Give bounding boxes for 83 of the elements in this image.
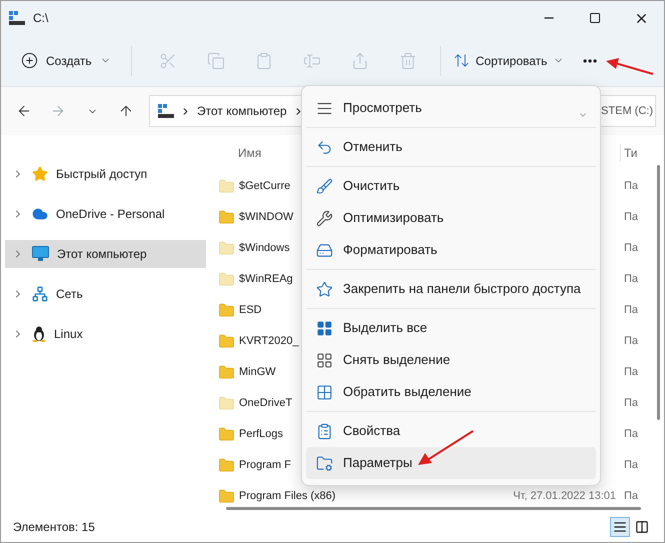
sort-icon <box>452 52 470 69</box>
panel-icon <box>635 520 649 534</box>
folder-gear-icon <box>316 454 333 472</box>
share-icon <box>350 52 369 70</box>
trash-icon <box>398 52 417 70</box>
maximize-icon <box>589 12 601 24</box>
sidebar-item[interactable]: OneDrive - Personal <box>5 200 206 228</box>
scissors-icon <box>158 52 177 70</box>
star-icon <box>32 166 48 182</box>
file-type: Па <box>624 334 640 350</box>
file-name[interactable]: ESD <box>239 302 262 319</box>
back-icon <box>16 103 32 119</box>
file-type: Па <box>624 241 640 256</box>
sidebar-item[interactable]: Этот компьютер <box>5 240 206 268</box>
menu-item[interactable]: Оптимизировать <box>306 202 596 234</box>
sidebar-item[interactable]: Сеть <box>5 280 206 308</box>
sort-button[interactable]: Сортировать <box>448 44 568 78</box>
menu-item[interactable]: Обратить выделение <box>306 376 596 408</box>
column-header[interactable]: Ти <box>620 144 654 162</box>
drive-icon <box>9 11 25 25</box>
sidebar-item[interactable]: Linux <box>5 320 206 348</box>
details-view-button[interactable] <box>610 517 630 537</box>
file-name[interactable]: Program Files (x86) <box>239 488 336 505</box>
forward-icon <box>50 103 66 119</box>
file-name[interactable]: $Windows <box>239 240 290 257</box>
network-icon <box>32 286 48 302</box>
menu-item[interactable]: Параметры <box>306 447 596 479</box>
menu-item[interactable]: Закрепить на панели быстрого доступа <box>306 273 596 305</box>
item-count: Элементов: 15 <box>13 519 95 536</box>
file-name[interactable]: $GetCurre <box>239 178 290 195</box>
grid-icon <box>316 352 333 368</box>
undo-icon <box>316 138 333 156</box>
menu-item[interactable]: Очистить <box>306 170 596 202</box>
rename-icon <box>302 52 321 70</box>
computer-icon <box>158 104 174 118</box>
annotation-arrow <box>605 57 655 76</box>
file-type: Па <box>624 365 640 380</box>
clipboard-icon <box>254 52 273 70</box>
file-name[interactable]: Program F <box>239 457 291 474</box>
file-type: Па <box>624 272 640 288</box>
invert-selection-icon <box>316 384 333 400</box>
menu-item[interactable]: Просмотреть <box>306 92 596 124</box>
annotation-arrow <box>417 429 475 467</box>
wrench-icon <box>316 210 333 226</box>
file-type: Па <box>624 303 640 318</box>
file-name[interactable]: MinGW <box>239 364 276 381</box>
plus-icon <box>21 52 38 69</box>
drive-icon <box>316 242 333 258</box>
penguin-icon <box>32 326 46 342</box>
breadcrumb[interactable]: Этот компьютер <box>197 102 287 120</box>
properties-icon <box>316 422 333 440</box>
copy-icon <box>206 52 225 70</box>
menu-item[interactable]: Отменить <box>306 131 596 163</box>
list-icon <box>613 520 627 534</box>
menu-item[interactable]: Выделить все <box>306 312 596 344</box>
file-name[interactable]: KVRT2020_ <box>239 333 299 350</box>
menu-item[interactable]: Форматировать <box>306 234 596 266</box>
menu-item[interactable]: Свойства <box>306 415 596 447</box>
horizontal-scrollbar[interactable] <box>226 507 641 510</box>
menu-item[interactable]: Снять выделение <box>306 344 596 376</box>
file-type: Па <box>624 489 640 504</box>
file-type: Па <box>624 396 640 412</box>
window-title: C:\ <box>33 10 48 27</box>
file-type: Па <box>624 179 640 194</box>
select-all-icon <box>316 320 333 336</box>
file-name[interactable]: OneDriveT <box>239 395 292 412</box>
file-name[interactable]: $WinREAg <box>239 271 293 288</box>
brush-icon <box>316 178 333 194</box>
file-type: Па <box>624 210 640 226</box>
file-name[interactable]: PerfLogs <box>239 426 284 443</box>
vertical-scrollbar[interactable] <box>657 165 660 420</box>
file-type: Па <box>624 458 640 474</box>
star-icon <box>316 280 333 298</box>
sidebar-item[interactable]: Быстрый доступ <box>5 160 206 188</box>
file-type: Па <box>624 427 640 442</box>
more-icon <box>583 58 598 62</box>
up-icon <box>118 103 134 119</box>
modified-date: Чт, 27.01.2022 13:01 <box>513 489 616 504</box>
cloud-icon <box>32 206 48 222</box>
create-button[interactable]: Создать <box>13 44 119 78</box>
monitor-icon <box>32 246 49 262</box>
file-name[interactable]: $WINDOW <box>239 209 294 226</box>
search-field[interactable]: STEM (C:) <box>598 95 656 127</box>
